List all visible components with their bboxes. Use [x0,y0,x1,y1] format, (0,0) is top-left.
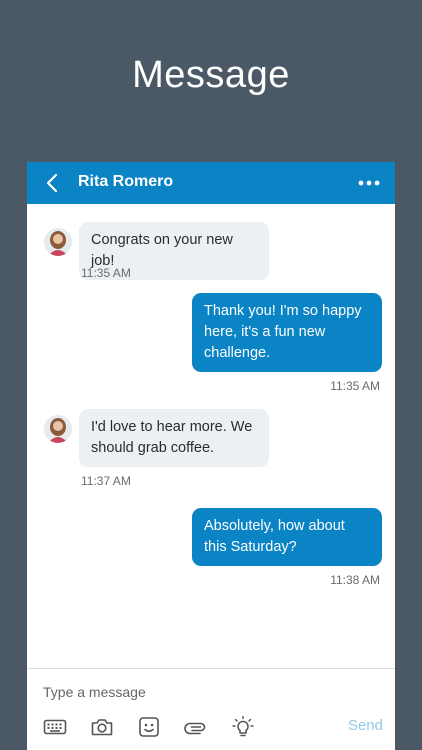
conversation-header: Rita Romero [27,162,395,204]
message-thread[interactable]: Congrats on your new job! 11:35 AM Thank… [27,204,395,668]
message-composer: Send [27,668,395,750]
more-options-icon[interactable] [358,180,380,186]
message-text: Thank you! I'm so happy here, it's a fun… [204,303,362,361]
message-input[interactable] [43,681,343,703]
outgoing-message-bubble[interactable]: Thank you! I'm so happy here, it's a fun… [192,293,382,372]
message-text: Congrats on your new job! [91,232,233,269]
message-timestamp: 11:37 AM [81,474,131,488]
contact-avatar[interactable] [44,228,72,256]
keyboard-icon[interactable] [43,716,67,738]
lightbulb-icon[interactable] [231,716,255,738]
outgoing-message-bubble[interactable]: Absolutely, how about this Saturday? [192,508,382,566]
contact-avatar[interactable] [44,415,72,443]
contact-name[interactable]: Rita Romero [78,173,173,191]
incoming-message-bubble[interactable]: I'd love to hear more. We should grab co… [79,409,269,467]
message-timestamp: 11:35 AM [81,266,131,280]
camera-icon[interactable] [90,716,114,738]
message-timestamp: 11:38 AM [330,573,380,587]
phone-screen: Rita Romero Congrats on your new job! 11… [27,162,395,750]
send-button[interactable]: Send [348,717,383,734]
message-timestamp: 11:35 AM [330,379,380,393]
back-chevron-icon[interactable] [45,173,59,193]
message-text: Absolutely, how about this Saturday? [204,518,345,555]
page-headline: Message [132,54,290,96]
emoji-icon[interactable] [137,716,161,738]
message-text: I'd love to hear more. We should grab co… [91,419,253,456]
attachment-icon[interactable] [184,716,208,738]
